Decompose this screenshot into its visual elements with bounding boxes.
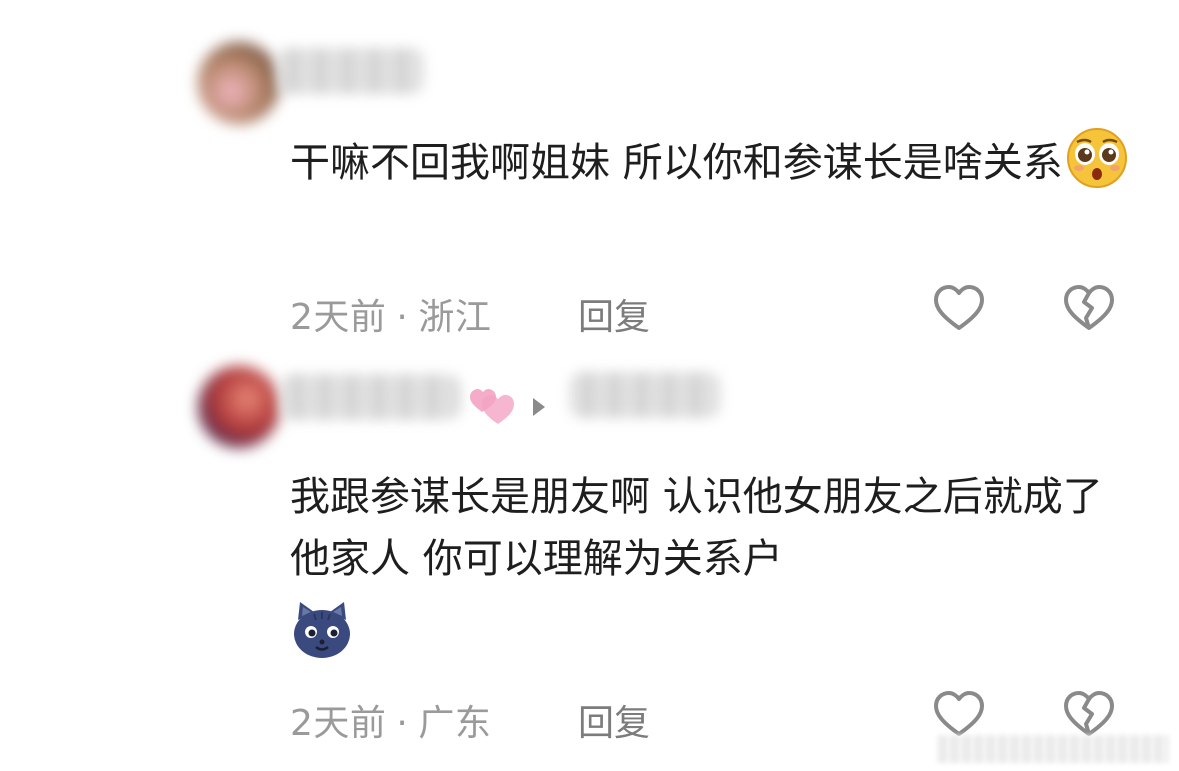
location: 广东 [418, 703, 492, 744]
comment-item: 我跟参谋长是朋友啊 认识他女朋友之后就成了他家人 你可以理解为关系户 2天前 · 广… [0, 360, 1179, 771]
timestamp: 2天前 [290, 703, 387, 744]
triangle-icon [533, 398, 545, 416]
timestamp: 2天前 [290, 297, 387, 338]
cat-face-icon [290, 598, 354, 680]
like-button[interactable] [932, 282, 986, 336]
watermark-blurred [937, 735, 1169, 763]
separator-dot: · [396, 703, 409, 744]
avatar[interactable] [198, 42, 280, 124]
username-blurred[interactable] [280, 374, 460, 420]
username-blurred[interactable] [276, 48, 424, 94]
heart-icon [934, 691, 984, 736]
broken-heart-icon [1064, 285, 1114, 330]
pleading-face-icon [1065, 126, 1129, 208]
comment-item: 干嘛不回我啊姐妹 所以你和参谋长是啥关系 2天前 · 浙江 回复 [0, 0, 1179, 360]
comment-text: 干嘛不回我啊姐妹 所以你和参谋长是啥关系 [290, 126, 1130, 208]
comment-meta: 2天前 · 广东 [290, 694, 491, 746]
comment-meta: 2天前 · 浙江 [290, 288, 491, 340]
comment-text: 我跟参谋长是朋友啊 认识他女朋友之后就成了他家人 你可以理解为关系户 [290, 466, 1130, 680]
separator-dot: · [396, 297, 409, 338]
location: 浙江 [418, 297, 492, 338]
dislike-button[interactable] [1062, 688, 1116, 742]
heart-icon [934, 285, 984, 330]
avatar[interactable] [198, 366, 280, 448]
hearts-icon [468, 384, 514, 434]
comment-body: 干嘛不回我啊姐妹 所以你和参谋长是啥关系 [290, 140, 1063, 186]
reply-to-username-blurred[interactable] [570, 372, 720, 418]
like-button[interactable] [932, 688, 986, 742]
dislike-button[interactable] [1062, 282, 1116, 336]
broken-heart-icon [1064, 691, 1114, 736]
reply-button[interactable]: 回复 [578, 694, 650, 746]
reply-button[interactable]: 回复 [578, 288, 650, 340]
comment-body: 我跟参谋长是朋友啊 认识他女朋友之后就成了他家人 你可以理解为关系户 [290, 474, 1103, 582]
